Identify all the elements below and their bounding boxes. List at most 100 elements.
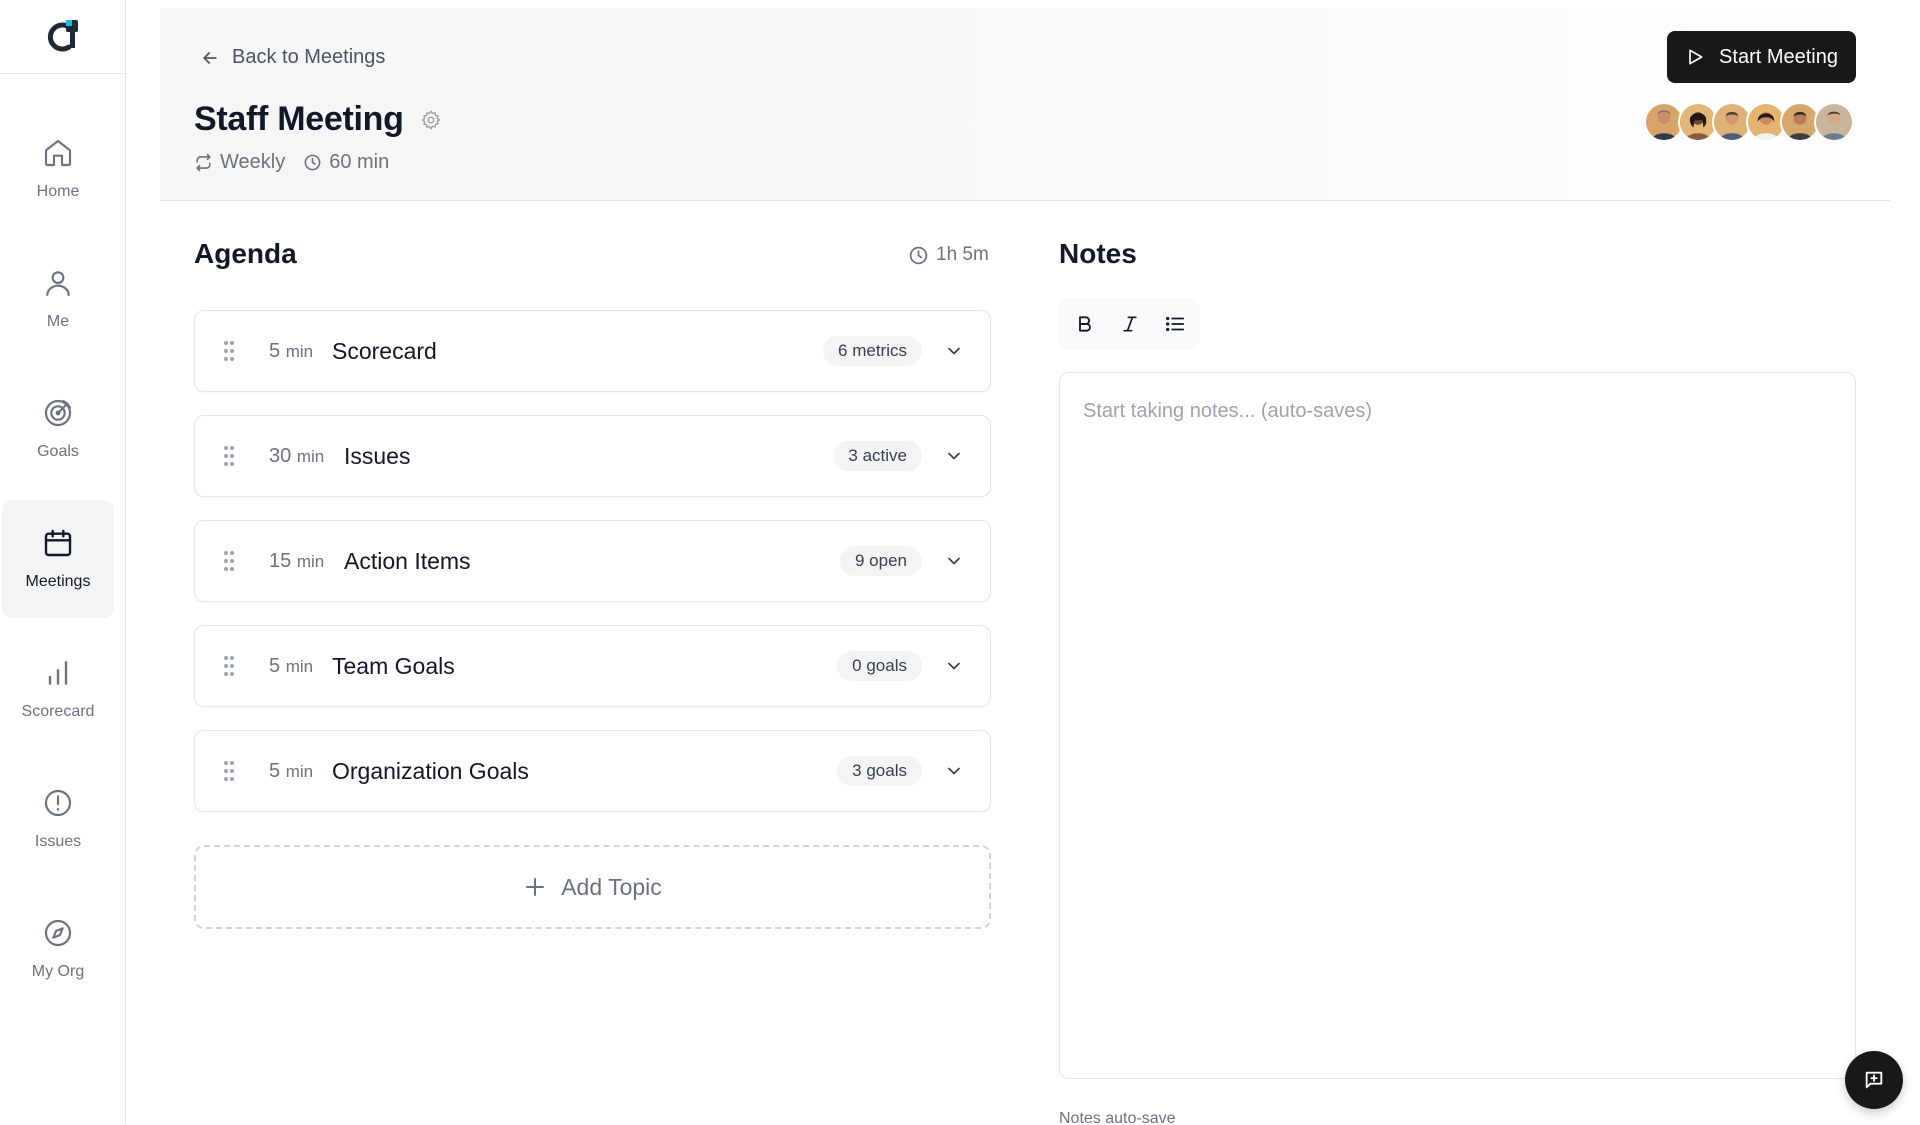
topic-duration: 5 min: [269, 340, 313, 363]
topic-badge: 3 goals: [837, 756, 922, 786]
sidebar-item-label: Goals: [37, 443, 79, 460]
drag-handle-icon[interactable]: [223, 759, 235, 783]
topic-name: Team Goals: [332, 652, 455, 679]
chevron-down-icon[interactable]: [944, 446, 964, 466]
drag-handle-icon[interactable]: [223, 654, 235, 678]
alert-circle-icon: [44, 789, 72, 817]
topic-minutes: 5: [269, 759, 281, 782]
topic-duration: 15 min: [269, 550, 324, 573]
duration-info: 60 min: [303, 151, 389, 174]
clock-icon: [909, 246, 928, 264]
sidebar-item-label: Issues: [34, 833, 82, 850]
compass-icon: [44, 919, 72, 947]
gear-icon[interactable]: [420, 109, 442, 131]
topic-minutes: 5: [269, 654, 281, 677]
agenda-topic-organization-goals[interactable]: 5 min Organization Goals 3 goals: [194, 730, 991, 812]
sidebar-item-goals[interactable]: Goals: [2, 370, 114, 488]
topic-duration: 5 min: [269, 655, 313, 678]
recurrence-info: Weekly: [194, 151, 285, 174]
chat-button[interactable]: [1845, 1051, 1903, 1109]
topic-badge: 9 open: [840, 546, 922, 576]
back-link-label: Back to Meetings: [232, 46, 386, 68]
italic-icon: [1123, 316, 1137, 332]
agenda-total-label: 1h 5m: [936, 244, 989, 265]
sidebar-item-my-org[interactable]: My Org: [2, 890, 114, 1008]
drag-handle-icon[interactable]: [223, 549, 235, 573]
sidebar-item-home[interactable]: Home: [2, 110, 114, 228]
agenda-topic-team-goals[interactable]: 5 min Team Goals 0 goals: [194, 625, 991, 707]
notes-editor[interactable]: [1059, 372, 1856, 1079]
meeting-header: Back to Meetings Staff Meeting Weekly 60…: [160, 8, 1890, 201]
topic-unit: min: [285, 656, 314, 676]
add-topic-button[interactable]: Add Topic: [194, 845, 991, 929]
plus-icon: [526, 878, 545, 896]
topic-unit: min: [285, 341, 314, 361]
topic-unit: min: [285, 761, 314, 781]
agenda-topic-issues[interactable]: 30 min Issues 3 active: [194, 415, 991, 497]
list-button[interactable]: [1163, 312, 1187, 336]
calendar-icon: [44, 529, 72, 557]
logo-icon: [47, 19, 78, 51]
sidebar-item-label: Home: [36, 183, 80, 200]
sidebar-item-label: Me: [46, 313, 70, 330]
chevron-down-icon[interactable]: [944, 761, 964, 781]
topic-minutes: 5: [269, 339, 281, 362]
message-plus-icon: [1865, 1071, 1883, 1089]
drag-handle-icon[interactable]: [223, 444, 235, 468]
topic-duration: 30 min: [269, 445, 324, 468]
duration-label: 60 min: [329, 151, 390, 173]
topic-badge: 0 goals: [837, 651, 922, 681]
autosave-status: Notes auto-save: [1059, 1110, 1176, 1125]
chevron-down-icon[interactable]: [944, 656, 964, 676]
start-meeting-button[interactable]: Start Meeting: [1667, 31, 1856, 83]
bold-button[interactable]: [1073, 312, 1097, 336]
topic-badge: 3 active: [833, 441, 922, 471]
home-icon: [44, 139, 72, 167]
topic-badge: 6 metrics: [823, 336, 922, 366]
sidebar-item-me[interactable]: Me: [2, 240, 114, 358]
chevron-down-icon[interactable]: [944, 341, 964, 361]
topic-unit: min: [296, 551, 325, 571]
app-logo[interactable]: [0, 0, 125, 74]
repeat-icon: [196, 153, 211, 172]
agenda-topic-action-items[interactable]: 15 min Action Items 9 open: [194, 520, 991, 602]
list-icon: [1166, 316, 1185, 332]
topic-name: Issues: [344, 442, 411, 469]
chevron-down-icon[interactable]: [944, 551, 964, 571]
drag-handle-icon[interactable]: [223, 339, 235, 363]
sidebar-item-label: Scorecard: [21, 703, 95, 720]
bold-icon: [1079, 316, 1091, 332]
topic-name: Organization Goals: [332, 757, 529, 784]
topic-name: Action Items: [344, 547, 471, 574]
page-title: Staff Meeting: [194, 100, 404, 138]
notes-toolbar: [1059, 298, 1200, 350]
italic-button[interactable]: [1118, 312, 1142, 336]
topic-name: Scorecard: [332, 337, 437, 364]
recurrence-label: Weekly: [220, 151, 286, 173]
attendee-avatars[interactable]: [1644, 102, 1854, 142]
sidebar-item-scorecard[interactable]: Scorecard: [2, 630, 114, 748]
target-icon: [44, 399, 72, 427]
bar-chart-icon: [48, 661, 68, 685]
sidebar-item-issues[interactable]: Issues: [2, 760, 114, 878]
topic-duration: 5 min: [269, 760, 313, 783]
agenda-title: Agenda: [194, 238, 297, 269]
notes-title: Notes: [1059, 238, 1137, 269]
agenda-topic-scorecard[interactable]: 5 min Scorecard 6 metrics: [194, 310, 991, 392]
sidebar-item-label: My Org: [31, 963, 85, 980]
add-topic-label: Add Topic: [561, 873, 662, 900]
user-icon: [46, 271, 70, 297]
sidebar: Home Me Goals Meetings Scorecard Issues …: [0, 0, 126, 1125]
topic-unit: min: [296, 446, 325, 466]
sidebar-item-label: Meetings: [25, 573, 91, 590]
topic-minutes: 15: [269, 549, 292, 572]
topic-minutes: 30: [269, 444, 292, 467]
avatar[interactable]: [1814, 102, 1854, 142]
meeting-meta: Weekly 60 min: [194, 151, 389, 174]
play-icon: [1689, 49, 1703, 65]
agenda-total-time: 1h 5m: [908, 244, 989, 266]
sidebar-item-meetings[interactable]: Meetings: [2, 500, 114, 618]
arrow-left-icon: [203, 51, 217, 64]
start-meeting-label: Start Meeting: [1719, 45, 1838, 68]
back-to-meetings-link[interactable]: Back to Meetings: [200, 46, 385, 69]
